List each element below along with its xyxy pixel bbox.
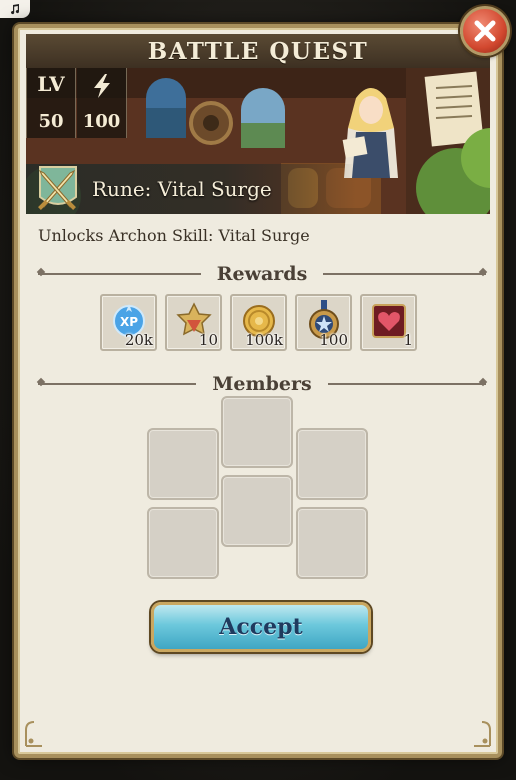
level-value: 50 [38, 111, 64, 132]
divider-line [38, 383, 197, 385]
rune-name: Rune: Vital Surge [92, 177, 272, 201]
rewards-label: Rewards [216, 263, 308, 285]
level-label: LV [37, 72, 65, 96]
unlock-description: Unlocks Archon Skill: Vital Surge [38, 226, 310, 245]
reward-item-medal[interactable]: 100 [295, 294, 352, 351]
reward-item-heart-card[interactable]: 1 [360, 294, 417, 351]
member-slot-upper-left[interactable] [147, 428, 219, 500]
reward-item-xp[interactable]: XP 20k [100, 294, 157, 351]
level-indicator: LV 50 [26, 68, 76, 138]
reward-quantity: 1 [403, 331, 413, 349]
member-slot-lower-right[interactable] [296, 507, 368, 579]
accept-label: Accept [219, 614, 303, 640]
energy-value: 100 [82, 111, 121, 132]
battle-quest-dialog: BATTLE QUEST LV 50 100 Rune: Vital Surge… [14, 24, 502, 758]
close-x-icon [474, 20, 496, 42]
reward-quantity: 10 [198, 331, 218, 349]
member-slot-top[interactable] [221, 396, 293, 468]
divider-line [323, 273, 487, 275]
members-label: Members [212, 373, 312, 395]
music-note-icon[interactable] [0, 0, 30, 18]
rune-strip: Rune: Vital Surge [26, 164, 356, 214]
rewards-list: XP 20k 10 100k 100 1 [100, 294, 424, 356]
accept-button[interactable]: Accept [151, 602, 371, 652]
title-bar: BATTLE QUEST [26, 34, 490, 70]
lightning-icon [88, 72, 116, 104]
members-heading: Members [38, 372, 486, 396]
close-button[interactable] [460, 6, 510, 56]
divider-line [38, 273, 201, 275]
dialog-title: BATTLE QUEST [147, 37, 369, 65]
energy-cost-indicator: 100 [77, 68, 127, 138]
quest-banner: LV 50 100 Rune: Vital Surge [26, 68, 490, 214]
svg-text:XP: XP [120, 315, 138, 329]
corner-ornament-icon [464, 720, 492, 748]
rewards-heading: Rewards [38, 262, 487, 286]
crossed-swords-icon [28, 164, 86, 214]
reward-item-rank-badge[interactable]: 10 [165, 294, 222, 351]
divider-line [327, 383, 486, 385]
member-slot-lower-left[interactable] [147, 507, 219, 579]
reward-quantity: 20k [124, 331, 153, 349]
corner-ornament-icon [24, 720, 52, 748]
member-slot-center[interactable] [221, 475, 293, 547]
member-slot-upper-right[interactable] [296, 428, 368, 500]
reward-item-gold[interactable]: 100k [230, 294, 287, 351]
reward-quantity: 100k [245, 331, 283, 349]
reward-quantity: 100 [319, 331, 348, 349]
